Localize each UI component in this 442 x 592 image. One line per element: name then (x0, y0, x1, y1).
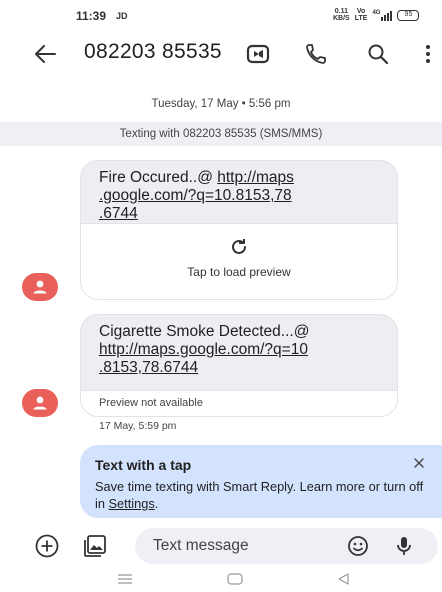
message-bubble[interactable]: Fire Occured..@ http://maps .google.com/… (80, 160, 398, 300)
data-speed-value: 0.11 (334, 8, 348, 15)
message-link-cont[interactable]: .google.com/?q=10.8153,78 (99, 187, 292, 204)
reload-icon[interactable] (230, 238, 248, 261)
back-arrow-icon[interactable] (28, 38, 62, 70)
smart-reply-text-end: . (154, 496, 159, 511)
smart-reply-body: Save time texting with Smart Reply. Lear… (95, 478, 433, 512)
message-timestamp: 17 May, 5:59 pm (99, 420, 177, 432)
compose-bar (0, 528, 442, 564)
preview-label: Preview not available (99, 397, 203, 409)
close-icon[interactable] (410, 454, 428, 472)
sms-banner: Texting with 082203 85535 (SMS/MMS) (0, 122, 442, 146)
contact-avatar[interactable] (22, 273, 58, 301)
status-indicators: 0.11 KB/S Vo LTE 4G 95 (333, 8, 420, 22)
emoji-icon[interactable] (345, 533, 371, 559)
video-call-icon[interactable] (242, 38, 274, 70)
nav-bar (0, 566, 442, 592)
preview-label[interactable]: Tap to load preview (81, 265, 397, 279)
smart-reply-card: Text with a tap Save time texting with S… (80, 445, 442, 518)
add-icon[interactable] (32, 531, 62, 561)
data-speed-unit: KB/S (333, 15, 350, 22)
status-time: 11:39 (76, 9, 107, 23)
contact-title[interactable]: 082203 85535 (84, 40, 222, 64)
volte-indicator: Vo LTE (355, 8, 368, 22)
gallery-icon[interactable] (80, 531, 110, 561)
home-icon[interactable] (222, 570, 248, 588)
message-input[interactable] (153, 528, 333, 564)
message-link-end[interactable]: .6744 (99, 205, 138, 222)
status-carrier: JD (116, 11, 128, 21)
search-icon[interactable] (362, 38, 394, 70)
battery-level: 95 (404, 10, 413, 18)
volte-bottom: LTE (354, 15, 368, 22)
link-preview: Preview not available (81, 390, 397, 416)
signal-icon: 4G (372, 9, 393, 21)
link-preview[interactable]: Tap to load preview (81, 223, 397, 299)
network-type: 4G (372, 9, 381, 16)
phone-icon[interactable] (300, 38, 332, 70)
message-link[interactable]: http://maps (217, 169, 294, 186)
volte-top: Vo (356, 8, 366, 15)
smart-reply-title: Text with a tap (95, 457, 192, 473)
date-header: Tuesday, 17 May • 5:56 pm (151, 98, 291, 110)
message-link[interactable]: http://maps.google.com/?q=10 (99, 341, 308, 358)
contact-avatar[interactable] (22, 389, 58, 417)
settings-link[interactable]: Settings (109, 496, 155, 511)
app-bar: 082203 85535 (0, 34, 442, 74)
data-speed: 0.11 KB/S (333, 8, 350, 22)
nav-back-icon[interactable] (330, 570, 356, 588)
battery-icon: 95 (397, 9, 420, 21)
status-bar: 11:39 JD 0.11 KB/S Vo LTE 4G 95 (0, 0, 442, 34)
message-prefix: Fire Occured..@ (99, 169, 218, 186)
message-bubble[interactable]: Cigarette Smoke Detected...@ http://maps… (80, 314, 398, 417)
message-prefix: Cigarette Smoke Detected...@ (99, 323, 310, 340)
message-link-end[interactable]: .8153,78.6744 (99, 359, 198, 376)
recents-icon[interactable] (112, 570, 138, 588)
compose-field (135, 528, 438, 564)
mic-icon[interactable] (391, 533, 417, 559)
message-text: Fire Occured..@ http://maps .google.com/… (81, 161, 397, 223)
more-vert-icon[interactable] (418, 38, 438, 70)
message-text: Cigarette Smoke Detected...@ http://maps… (81, 315, 397, 377)
